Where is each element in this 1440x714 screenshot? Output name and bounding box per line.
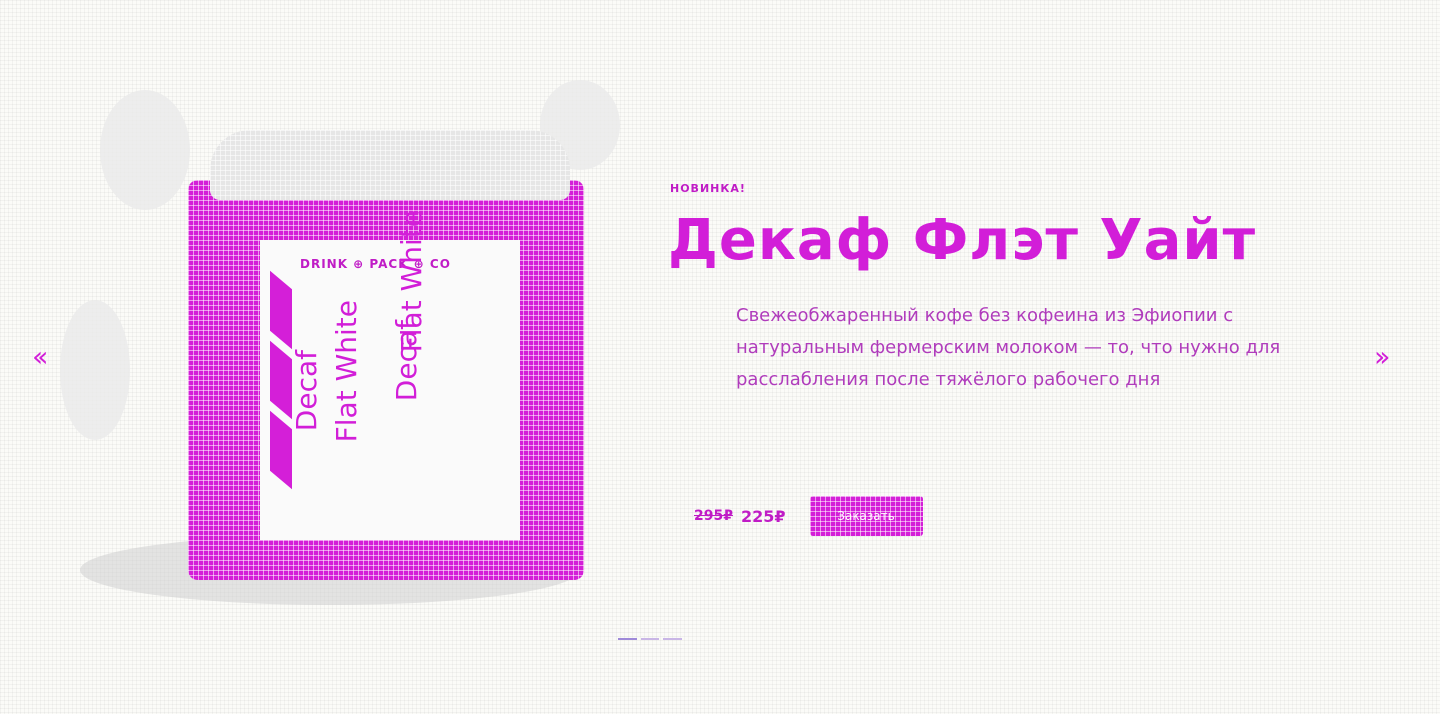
splash-decoration: [100, 90, 190, 210]
can-text-decaf: Decaf: [290, 350, 323, 432]
can-brand-text: DRINK ⊕ PACK ⊕ CO: [300, 257, 451, 271]
pagination-dot[interactable]: [640, 638, 660, 640]
label-stripe: [270, 340, 292, 420]
new-price: 225₽: [740, 506, 786, 526]
pagination-dot[interactable]: [618, 638, 637, 640]
product-image: DRINK ⊕ PACK ⊕ CO Decaf Flat White Decaf…: [60, 80, 620, 620]
new-badge: НОВИНКА!: [670, 182, 746, 195]
prev-slide-button[interactable]: ‹‹: [32, 340, 49, 373]
product-description: Свежеобжаренный кофе без кофеина из Эфио…: [736, 305, 1281, 390]
product-title: Декаф Флэт Уайт: [668, 208, 1257, 273]
slider-pagination: [618, 638, 683, 642]
can-text-flat-white: Flat White: [330, 300, 363, 443]
pagination-dot[interactable]: [663, 638, 683, 640]
splash-decoration: [60, 300, 130, 440]
old-price: 295₽: [694, 508, 733, 524]
order-button[interactable]: Заказать: [809, 496, 923, 536]
next-slide-button[interactable]: ››: [1374, 340, 1391, 373]
label-stripe: [270, 270, 292, 350]
can-lid: [210, 130, 570, 200]
label-stripe: [270, 410, 292, 490]
can-text-flat-white-2: Flat White: [395, 210, 428, 353]
price-row: 295₽ 225₽ Заказать: [694, 496, 923, 536]
